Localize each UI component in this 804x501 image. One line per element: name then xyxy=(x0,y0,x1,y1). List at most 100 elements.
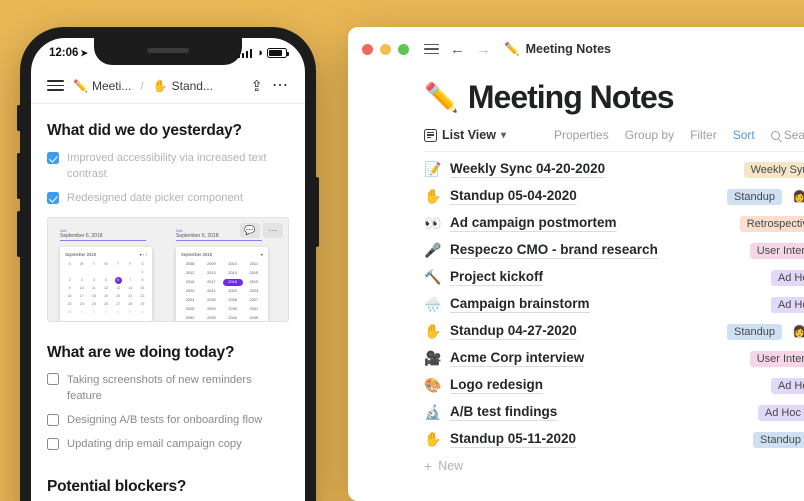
calendar-year-cell[interactable]: 2034 xyxy=(223,315,243,321)
calendar-year-cell[interactable]: 2012 xyxy=(180,270,200,277)
status-badge[interactable]: Standup xyxy=(727,188,782,205)
calendar-day-cell[interactable]: 4 xyxy=(88,277,99,284)
calendar-year-cell[interactable]: 2019 xyxy=(244,279,264,286)
table-row[interactable]: 🎥 Acme Corp interview User Interview👩 xyxy=(424,345,804,372)
calendar-day-cell[interactable]: 29 xyxy=(137,301,148,308)
breadcrumb-item-standup[interactable]: ✋ Stand... xyxy=(153,79,213,93)
table-row[interactable]: 📝 Weekly Sync 04-20-2020 Weekly Sync👨👱 xyxy=(424,156,804,183)
calendar-year-cell[interactable]: 2010 xyxy=(223,261,243,268)
phone-volume-down-button[interactable] xyxy=(17,211,21,257)
phone-silent-switch[interactable] xyxy=(17,105,21,131)
hamburger-menu-icon[interactable] xyxy=(47,80,64,91)
calendar-day-cell[interactable]: 21 xyxy=(125,293,136,300)
calendar-day-cell[interactable]: 23 xyxy=(64,301,75,308)
calendar-day-cell[interactable]: 12 xyxy=(100,285,111,292)
hamburger-menu-icon[interactable] xyxy=(424,43,439,55)
share-icon[interactable]: ⇪ xyxy=(250,77,263,95)
calendar-day-cell[interactable]: 24 xyxy=(76,301,87,308)
checkbox-unchecked-icon[interactable] xyxy=(47,373,59,386)
calendar-day-cell[interactable] xyxy=(113,269,124,276)
calendar-day-cell[interactable] xyxy=(88,269,99,276)
row-title[interactable]: Respeczo CMO - brand research xyxy=(450,242,658,259)
arrow-right-icon[interactable]: → xyxy=(476,42,491,57)
table-row[interactable]: 🔬 A/B test findings Ad Hoc👨👱👩 xyxy=(424,399,804,426)
view-selector[interactable]: List View ▾ xyxy=(424,128,506,142)
calendar-year-cell[interactable]: 2031 xyxy=(244,306,264,313)
calendar-year-cell[interactable]: 2024 xyxy=(180,297,200,304)
row-title[interactable]: Standup 05-11-2020 xyxy=(450,431,577,448)
row-title[interactable]: Ad campaign postmortem xyxy=(450,215,617,232)
table-row[interactable]: ✋ Standup 04-27-2020 Standup 👩👨👩👨👩 xyxy=(424,318,804,345)
calendar-year-cell[interactable]: 2009 xyxy=(201,261,221,268)
calendar-year-cell[interactable]: 2026 xyxy=(223,297,243,304)
calendar-day-cell[interactable]: 20 xyxy=(113,293,124,300)
status-badge[interactable]: Ad Hoc xyxy=(770,269,804,286)
status-badge[interactable]: Ad Hoc xyxy=(757,404,804,421)
add-new-row-button[interactable]: + New xyxy=(348,453,804,473)
status-badge[interactable]: User Interview xyxy=(749,242,804,259)
calendar-day-cell[interactable]: 16 xyxy=(64,293,75,300)
todo-item[interactable]: Improved accessibility via increased tex… xyxy=(47,150,289,182)
embedded-screenshot-card[interactable]: 💬 ⋯ Date September 6, 2018 September 201… xyxy=(47,216,289,322)
calendar-year-cell[interactable]: 2023 xyxy=(244,288,264,295)
more-options-icon[interactable]: ⋯ xyxy=(263,222,283,238)
row-title[interactable]: Weekly Sync 04-20-2020 xyxy=(450,161,606,178)
row-title[interactable]: Standup 05-04-2020 xyxy=(450,188,577,205)
table-row[interactable]: ✋ Standup 05-04-2020 Standup 👩👨👩👨👩 xyxy=(424,183,804,210)
calendar-year-cell[interactable]: 2018 xyxy=(222,278,243,286)
checkbox-unchecked-icon[interactable] xyxy=(47,413,59,426)
calendar-day-cell[interactable]: 3 xyxy=(100,309,111,316)
table-row[interactable]: 👀 Ad campaign postmortem Retrospective👨👱 xyxy=(424,210,804,237)
calendar-day-cell[interactable]: 27 xyxy=(113,301,124,308)
calendar-day-cell[interactable]: 1 xyxy=(76,309,87,316)
calendar-day-cell[interactable]: 6 xyxy=(114,276,122,284)
status-badge[interactable]: Ad Hoc xyxy=(770,296,804,313)
table-row[interactable]: 🌧️ Campaign brainstorm Ad Hoc👨👱 xyxy=(424,291,804,318)
calendar-year-cell[interactable]: 2033 xyxy=(201,315,221,321)
sort-button[interactable]: Sort xyxy=(733,128,755,142)
status-badge[interactable]: Standup xyxy=(727,323,782,340)
calendar-day-cell[interactable] xyxy=(76,269,87,276)
calendar-nav-icons[interactable]: ▾ xyxy=(261,252,263,257)
calendar-day-cell[interactable]: 26 xyxy=(100,301,111,308)
calendar-day-cell[interactable]: 8 xyxy=(137,277,148,284)
calendar-nav-icons[interactable]: ▾ ‹ › xyxy=(140,252,147,257)
calendar-day-cell[interactable]: 15 xyxy=(137,285,148,292)
date-input-field[interactable]: Date September 6, 2018 xyxy=(60,229,146,241)
calendar-day-cell[interactable]: 3 xyxy=(76,277,87,284)
avatar-group[interactable]: 👩👨👩👨👩 xyxy=(791,323,804,340)
calendar-year-cell[interactable]: 2020 xyxy=(180,288,200,295)
table-row[interactable]: ✋ Standup 05-11-2020 Standup👨👩👩 xyxy=(424,426,804,453)
calendar-day-cell[interactable]: 17 xyxy=(76,293,87,300)
calendar-day-cell[interactable]: 14 xyxy=(125,285,136,292)
calendar-year-cell[interactable]: 2028 xyxy=(180,306,200,313)
calendar-year-cell[interactable]: 2013 xyxy=(201,270,221,277)
properties-button[interactable]: Properties xyxy=(554,128,609,142)
calendar-year-cell[interactable]: 2035 xyxy=(244,315,264,321)
row-title[interactable]: Acme Corp interview xyxy=(450,350,585,367)
checkbox-unchecked-icon[interactable] xyxy=(47,437,59,450)
calendar-day-cell[interactable]: 9 xyxy=(64,285,75,292)
calendar-day-cell[interactable]: 5 xyxy=(125,309,136,316)
todo-item[interactable]: Updating drip email campaign copy xyxy=(47,436,289,452)
calendar-year-cell[interactable]: 2014 xyxy=(223,270,243,277)
group-by-button[interactable]: Group by xyxy=(625,128,674,142)
status-badge[interactable]: Standup xyxy=(753,431,804,448)
calendar-day-cell[interactable]: 28 xyxy=(125,301,136,308)
todo-item[interactable]: Designing A/B tests for onboarding flow xyxy=(47,412,289,428)
status-badge[interactable]: Retrospective xyxy=(739,215,804,232)
calendar-day-cell[interactable]: 13 xyxy=(113,285,124,292)
calendar-year-cell[interactable]: 2011 xyxy=(244,261,264,268)
calendar-year-cell[interactable]: 2015 xyxy=(244,270,264,277)
checkbox-checked-icon[interactable] xyxy=(47,151,59,164)
table-row[interactable]: 🎤 Respeczo CMO - brand research User Inter… xyxy=(424,237,804,264)
calendar-day-cell[interactable]: 5 xyxy=(100,277,111,284)
calendar-year-cell[interactable]: 2016 xyxy=(180,279,200,286)
calendar-day-cell[interactable] xyxy=(100,269,111,276)
comment-icon[interactable]: 💬 xyxy=(240,222,260,238)
row-title[interactable]: Campaign brainstorm xyxy=(450,296,590,313)
more-options-icon[interactable]: ⋯ xyxy=(272,77,289,93)
table-row[interactable]: 🔨 Project kickoff Ad Hoc👨👱 xyxy=(424,264,804,291)
calendar-year-cell[interactable]: 2021 xyxy=(201,288,221,295)
maximize-window-button[interactable] xyxy=(398,43,409,55)
